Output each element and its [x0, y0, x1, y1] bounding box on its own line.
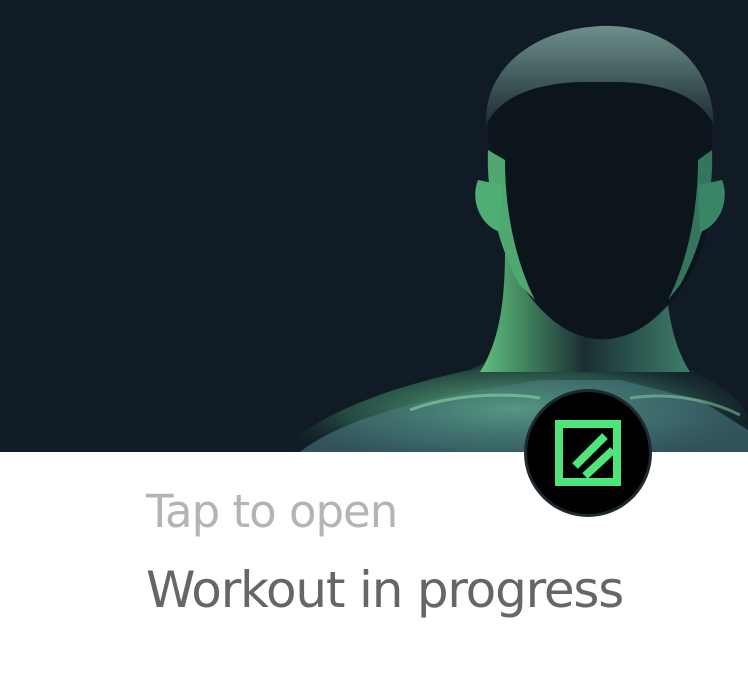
hero-image [0, 0, 748, 452]
notification-title: Workout in progress [146, 561, 624, 619]
man-silhouette-image [280, 25, 748, 452]
notification-text: Tap to open Workout in progress [146, 476, 706, 632]
notification-subtitle: Tap to open [146, 485, 398, 538]
notification-card[interactable]: Tap to open Workout in progress [0, 0, 748, 684]
